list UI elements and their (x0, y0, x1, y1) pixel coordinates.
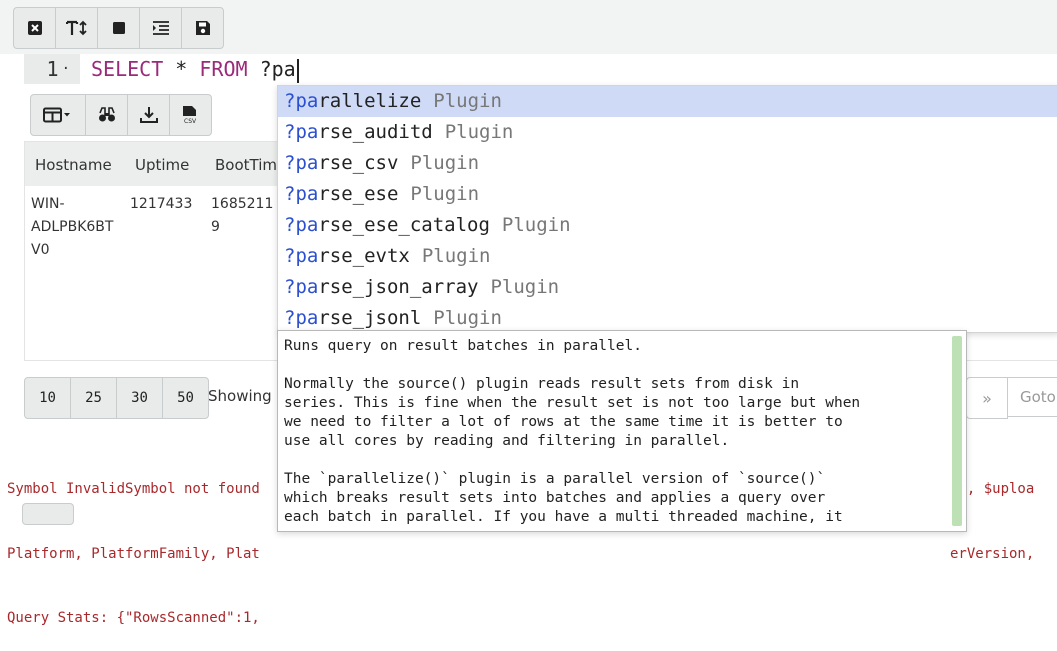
svg-text:CSV: CSV (184, 118, 197, 125)
item-name: rse_jsonl (318, 307, 422, 329)
autocomplete-item-parse-auditd[interactable]: ?parse_auditd Plugin (278, 117, 1057, 148)
match-prefix: ?pa (284, 214, 319, 236)
page-size-selector: 10 25 30 50 (24, 377, 209, 419)
error-log: Symbol InvalidSymbol not found Platform,… (7, 436, 260, 651)
error-line: Query Stats: {"RowsScanned":1, (7, 610, 260, 626)
download-icon (139, 107, 158, 123)
column-layout-dropdown-icon (43, 107, 70, 123)
item-name: rse_auditd (318, 121, 433, 143)
column-header-boottime[interactable]: BootTim (215, 156, 277, 174)
item-name: rse_json_array (318, 276, 479, 298)
column-header-hostname[interactable]: Hostname (35, 156, 112, 174)
column-header-uptime[interactable]: Uptime (135, 156, 189, 174)
binoculars-icon (98, 107, 115, 122)
item-type: Plugin (433, 90, 502, 112)
match-prefix: ?pa (284, 245, 319, 267)
match-prefix: ?pa (284, 183, 319, 205)
autocomplete-item-parse-json-array[interactable]: ?parse_json_array Plugin (278, 272, 1057, 303)
error-line-right: erVersion, (950, 545, 1035, 562)
column-layout-button[interactable] (31, 95, 86, 135)
autocomplete-item-parse-jsonl[interactable]: ?parse_jsonl Plugin (278, 303, 1057, 332)
item-type: Plugin (421, 245, 491, 267)
typed-text: ?pa (247, 57, 296, 81)
close-button[interactable] (14, 8, 56, 48)
query-code[interactable]: SELECT * FROM ?pa (91, 54, 299, 84)
code-star: * (163, 57, 200, 81)
close-square-icon (27, 21, 42, 35)
item-name: rse_csv (318, 152, 399, 174)
font-size-button[interactable] (56, 8, 98, 48)
page-size-10[interactable]: 10 (25, 378, 71, 418)
autocomplete-popup: ?parallelize Plugin ?parse_auditd Plugin ?… (277, 85, 1057, 333)
cell-boottime: 1685211 9 (211, 196, 274, 235)
item-type: Plugin (410, 152, 480, 174)
line-number: 1 (46, 57, 59, 81)
match-prefix: ?pa (284, 90, 319, 112)
line-gutter: 1 · (24, 54, 80, 84)
page-size-50[interactable]: 50 (163, 378, 208, 418)
page-size-25[interactable]: 25 (71, 378, 117, 418)
match-prefix: ?pa (284, 152, 319, 174)
match-prefix: ?pa (284, 121, 319, 143)
match-prefix: ?pa (284, 276, 319, 298)
autocomplete-item-parse-ese-catalog[interactable]: ?parse_ese_catalog Plugin (278, 210, 1057, 241)
line-marker: · (61, 61, 70, 77)
showing-label: Showing (208, 387, 272, 405)
item-name: rse_evtx (318, 245, 410, 267)
error-line: Symbol InvalidSymbol not found (7, 481, 260, 497)
bottom-button[interactable] (22, 503, 74, 525)
item-type: Plugin (410, 183, 480, 205)
item-type: Plugin (433, 307, 502, 329)
stop-square-icon (112, 22, 125, 34)
autocomplete-item-parse-csv[interactable]: ?parse_csv Plugin (278, 148, 1057, 179)
font-size-icon (65, 20, 87, 36)
editor-toolbar (13, 7, 224, 49)
stop-button[interactable] (98, 8, 140, 48)
item-name: rse_ese_catalog (318, 214, 490, 236)
download-button[interactable] (128, 95, 170, 135)
next-page-button[interactable]: » (966, 377, 1008, 419)
doc-text: Runs query on result batches in parallel… (284, 338, 861, 525)
item-name: rallelize (318, 90, 422, 112)
cell-uptime: 1217433 (130, 196, 193, 212)
autocomplete-doc-panel: Runs query on result batches in parallel… (277, 330, 967, 532)
save-button[interactable] (182, 8, 223, 48)
indent-icon (152, 21, 169, 35)
table-toolbar: CSV (30, 94, 212, 136)
item-name: rse_ese (318, 183, 399, 205)
csv-file-icon: CSV (182, 106, 197, 125)
csv-export-button[interactable]: CSV (170, 95, 211, 135)
item-type: Plugin (444, 121, 514, 143)
match-prefix: ?pa (284, 307, 319, 329)
search-binoculars-button[interactable] (86, 95, 128, 135)
autocomplete-item-parse-evtx[interactable]: ?parse_evtx Plugin (278, 241, 1057, 272)
indent-button[interactable] (140, 8, 182, 48)
page-size-30[interactable]: 30 (117, 378, 163, 418)
item-type: Plugin (501, 214, 571, 236)
editor-line-1[interactable]: 1 · SELECT * FROM ?pa (0, 54, 1057, 84)
keyword-select: SELECT (91, 57, 164, 81)
text-cursor (296, 58, 299, 83)
item-type: Plugin (490, 276, 560, 298)
error-line: Platform, PlatformFamily, Plat (7, 545, 260, 562)
autocomplete-item-parallelize[interactable]: ?parallelize Plugin (278, 86, 1057, 117)
autocomplete-item-parse-ese[interactable]: ?parse_ese Plugin (278, 179, 1057, 210)
doc-scrollbar[interactable] (952, 336, 962, 526)
save-icon (195, 21, 210, 35)
cell-hostname: WIN- ADLPBK6BT V0 (31, 196, 114, 258)
keyword-from: FROM (199, 57, 248, 81)
goto-page-input[interactable]: Goto (1007, 377, 1057, 417)
